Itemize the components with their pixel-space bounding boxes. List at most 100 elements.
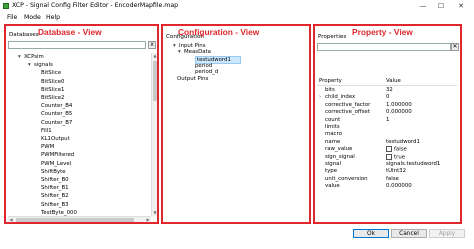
database-tree-item[interactable]: ▾ XCPsim — [18, 54, 44, 60]
tree-item-label: TestByte_000 — [41, 209, 77, 216]
configuration-tree-item[interactable]: period_d — [195, 69, 218, 75]
close-button[interactable]: ✕ — [454, 1, 468, 11]
scroll-down-arrow-icon[interactable]: ▼ — [152, 210, 158, 216]
database-tree-item[interactable]: ShiftByte — [35, 169, 66, 175]
scroll-thumb[interactable] — [16, 218, 134, 222]
database-tree-item[interactable]: BitSlice2 — [35, 95, 64, 101]
property-name: value — [325, 183, 340, 190]
properties-panel-title: Properties — [318, 34, 347, 40]
property-value-text: testudword1 — [386, 138, 420, 145]
property-name: sign_signal — [325, 153, 355, 160]
property-value[interactable]: 0.000000 — [386, 109, 412, 116]
expand-chevron-icon[interactable]: › — [319, 94, 321, 101]
property-name: corrective_factor — [325, 101, 371, 108]
database-tree-item[interactable]: Counter_B4 — [35, 103, 72, 109]
scroll-left-arrow-icon[interactable]: ◀ — [8, 217, 14, 223]
property-name: macro — [325, 131, 342, 138]
property-name: limits — [325, 124, 340, 130]
property-row[interactable]: value 0.000000 — [317, 183, 457, 190]
title-bar: XCP - Signal Config Filter Editor - Enco… — [0, 0, 474, 12]
configuration-tree-item[interactable]: ▾ MeasData — [178, 49, 211, 55]
property-value[interactable]: 32 — [386, 87, 393, 94]
menu-help[interactable]: Help — [46, 14, 60, 21]
configuration-view-annotation: Configuration - View — [178, 27, 260, 37]
tree-item-label: BitSlice2 — [41, 95, 65, 101]
scroll-thumb[interactable] — [153, 61, 157, 101]
property-value[interactable]: testudword1 — [386, 139, 420, 146]
property-row[interactable]: type tUInt32 — [317, 168, 457, 175]
property-value[interactable]: true — [386, 153, 406, 162]
property-value-text: 1.000000 — [386, 101, 412, 108]
database-search-clear-button[interactable]: x — [148, 41, 156, 49]
database-tree-item[interactable]: TestByte_000 — [35, 210, 77, 216]
scroll-right-arrow-icon[interactable]: ▶ — [145, 217, 151, 223]
database-tree-item[interactable]: Shifter_B3 — [35, 202, 69, 208]
property-value-text: signals.testudword1 — [386, 161, 441, 167]
property-value[interactable]: 1 — [386, 117, 389, 124]
database-tree-item[interactable]: PWM_Level — [35, 161, 71, 167]
property-row[interactable]: › child_index 0 — [317, 94, 457, 101]
property-row[interactable]: macro — [317, 131, 457, 138]
database-tree-item[interactable]: ▾ signals — [28, 62, 53, 68]
database-tree-item[interactable]: Fill1 — [35, 128, 52, 134]
database-tree-item[interactable]: Counter_B5 — [35, 111, 72, 117]
configuration-tree-item[interactable]: Output Pins — [177, 76, 208, 82]
property-value[interactable]: 1.000000 — [386, 102, 412, 109]
property-row[interactable]: limits — [317, 124, 457, 131]
checkbox-icon[interactable] — [386, 146, 392, 153]
property-value[interactable]: 0.000000 — [386, 183, 412, 190]
ok-button[interactable]: Ok — [353, 229, 389, 238]
database-vertical-scrollbar[interactable]: ▲ ▼ — [151, 53, 157, 216]
property-view-annotation: Property - View — [352, 27, 413, 37]
tree-item-label: BitSlice1 — [41, 86, 65, 93]
property-value[interactable]: false — [386, 176, 399, 183]
scroll-up-arrow-icon[interactable]: ▲ — [152, 53, 158, 59]
tree-item-label: BitSlice — [41, 70, 62, 77]
property-row[interactable]: sign_signal true — [317, 153, 457, 162]
properties-search-input[interactable] — [317, 43, 451, 51]
property-row[interactable]: count 1 — [317, 117, 457, 124]
database-tree-item[interactable]: BitSlice0 — [35, 79, 64, 85]
property-name: signal — [325, 161, 341, 167]
property-name: name — [325, 138, 341, 145]
menu-file[interactable]: File — [7, 14, 17, 21]
property-name: raw_value — [325, 146, 353, 153]
property-row[interactable]: corrective_factor 1.000000 — [317, 102, 457, 109]
database-tree-item[interactable]: Counter_B7 — [35, 120, 72, 126]
property-row[interactable]: bits 32 — [317, 87, 457, 94]
database-tree-item[interactable]: BitSlice — [35, 70, 61, 76]
tree-item-label: BitSlice0 — [41, 78, 65, 85]
database-tree-item[interactable]: Shifter_B1 — [35, 185, 69, 191]
property-row[interactable]: unit_conversion false — [317, 176, 457, 183]
property-value-text: 0 — [386, 94, 390, 101]
database-tree-item[interactable]: Shifter_B2 — [35, 193, 69, 199]
property-row[interactable]: raw_value false — [317, 146, 457, 153]
property-value[interactable]: signals.testudword1 — [386, 161, 440, 168]
database-tree-item[interactable]: KL1Output — [35, 136, 70, 142]
property-row[interactable]: signal signals.testudword1 — [317, 161, 457, 168]
database-tree-item[interactable]: Shifter_B0 — [35, 177, 69, 183]
database-tree-item[interactable]: PWMFiltered — [35, 152, 74, 158]
cancel-button[interactable]: Cancel — [391, 229, 427, 238]
tree-item-label: PWM — [41, 144, 55, 151]
checkbox-icon[interactable] — [386, 153, 392, 160]
property-value[interactable]: false — [386, 146, 407, 154]
property-row[interactable]: name testudword1 — [317, 139, 457, 146]
maximize-button[interactable]: ☐ — [434, 1, 448, 11]
property-value-text: 0.000000 — [386, 183, 412, 190]
database-tree-item[interactable]: PWM — [35, 144, 54, 150]
menu-mode[interactable]: Mode — [24, 14, 41, 21]
window-title: XCP - Signal Config Filter Editor - Enco… — [12, 2, 179, 9]
property-name: unit_conversion — [325, 175, 368, 182]
property-value-text: true — [394, 154, 406, 161]
property-row[interactable]: corrective_offset 0.000000 — [317, 109, 457, 116]
property-column-header: Property — [319, 78, 342, 84]
properties-search-clear-button[interactable]: ✕ — [451, 43, 459, 51]
database-horizontal-scrollbar[interactable]: ◀ ▶ — [8, 216, 151, 222]
apply-button[interactable]: Apply — [429, 229, 465, 238]
minimize-button[interactable]: — — [416, 1, 430, 11]
database-tree-item[interactable]: BitSlice1 — [35, 87, 64, 93]
database-search-input[interactable] — [8, 41, 146, 49]
property-value[interactable]: 0 — [386, 94, 389, 101]
property-value[interactable]: tUInt32 — [386, 168, 406, 175]
